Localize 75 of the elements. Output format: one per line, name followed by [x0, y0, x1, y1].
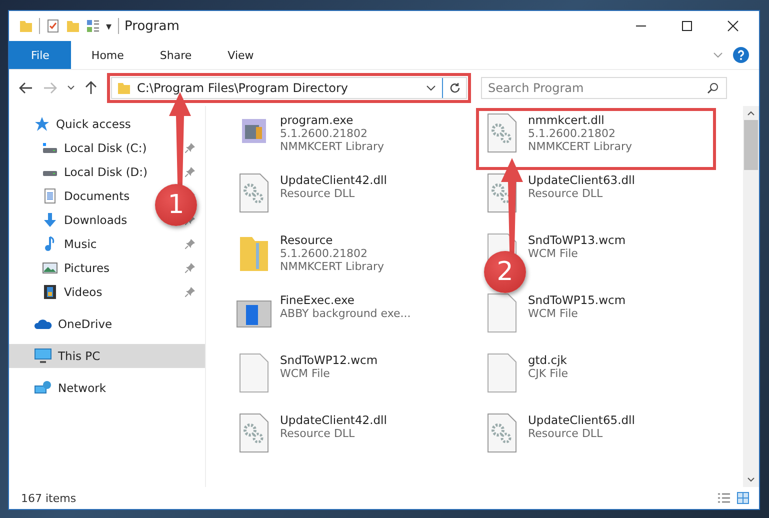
file-detail: WCM File	[280, 367, 331, 380]
file-detail: Resource DLL	[280, 187, 356, 200]
drive-icon	[42, 171, 58, 177]
document-icon	[42, 188, 58, 204]
file-detail: NMMKCERT Library	[280, 140, 384, 153]
file-name: UpdateClient42.dll	[280, 413, 387, 427]
search-field[interactable]: Search Program	[481, 77, 727, 99]
sidebar-item[interactable]: Network	[9, 376, 114, 400]
film-icon	[42, 284, 58, 300]
help-icon[interactable]	[733, 47, 749, 63]
file-detail: 5.1.2600.21802	[280, 127, 368, 140]
ribbon-tab[interactable]: File	[9, 41, 72, 69]
sidebar-item[interactable]: Downloads	[9, 208, 136, 232]
scroll-up-icon[interactable]	[747, 110, 755, 116]
sidebar-item[interactable]: Local Disk (D:)	[9, 160, 156, 184]
sidebar-item[interactable]: Documents	[9, 184, 138, 208]
sidebar-item[interactable]: This PC	[9, 344, 205, 368]
ribbon-tab[interactable]: View	[212, 41, 270, 69]
file-name: FineExec.exe	[280, 293, 356, 307]
file-name: UpdateClient63.dll	[528, 173, 635, 187]
file-detail: WCM File	[528, 307, 579, 320]
file-detail: Resource DLL	[528, 187, 604, 200]
file-detail: Resource DLL	[528, 427, 604, 440]
address-path: C:\Program Files\Program Directory	[137, 81, 350, 95]
file-name: UpdateClient42.dll	[280, 173, 387, 187]
tiles-view-icon[interactable]	[737, 492, 749, 504]
drive-icon	[42, 142, 58, 154]
window-title: Program	[124, 18, 180, 34]
monitor-icon	[34, 348, 52, 364]
file-detail: NMMKCERT Library	[528, 140, 632, 153]
search-icon	[707, 82, 719, 94]
sidebar-item[interactable]: Pictures	[9, 256, 118, 280]
file-name: nmmkcert.dll	[528, 113, 606, 127]
file-name: program.exe	[280, 113, 354, 127]
file-detail: NMMKCERT Library	[280, 260, 384, 273]
scroll-thumb[interactable]	[744, 120, 758, 170]
sidebar-item[interactable]: Quick access	[9, 112, 139, 136]
network-icon	[34, 380, 52, 396]
file-name: Resource	[280, 233, 334, 247]
file-detail: 5.1.2600.21802	[528, 127, 616, 140]
file-name: SndToWP13.wcm	[528, 233, 626, 247]
file-name: UpdateClient65.dll	[528, 413, 635, 427]
sidebar-item[interactable]: Local Disk (C:)	[9, 136, 155, 160]
scrollbar[interactable]	[743, 106, 759, 487]
chevron-down-icon[interactable]	[426, 83, 436, 93]
cloud-icon	[34, 317, 52, 331]
file-detail: CJK File	[528, 367, 568, 380]
file-detail: ABBY background exe...	[280, 307, 411, 320]
sidebar-item[interactable]: Music	[9, 232, 105, 256]
file-detail: Resource DLL	[280, 427, 356, 440]
item-count: 167 items	[21, 492, 76, 504]
file-name: SndToWP12.wcm	[280, 353, 378, 367]
refresh-icon[interactable]	[449, 82, 461, 94]
star-icon	[34, 116, 50, 132]
maximize-icon[interactable]	[681, 20, 693, 32]
back-arrow-icon[interactable]	[19, 82, 33, 94]
folder-icon	[117, 81, 131, 95]
details-view-icon[interactable]	[717, 492, 731, 504]
sidebar-item[interactable]: Videos	[9, 280, 110, 304]
download-icon	[42, 212, 58, 228]
close-icon[interactable]	[727, 20, 739, 32]
file-name: SndToWP15.wcm	[528, 293, 626, 307]
file-detail: WCM File	[528, 247, 579, 260]
dropdown-arrow[interactable]: ▾	[106, 20, 112, 32]
recent-chevron-icon[interactable]	[67, 84, 75, 92]
file-name: gtd.cjk	[528, 353, 568, 367]
file-detail: 5.1.2600.21802	[280, 247, 368, 260]
sidebar-item[interactable]: OneDrive	[9, 312, 120, 336]
scroll-down-icon[interactable]	[747, 477, 755, 483]
properties-icon[interactable]	[46, 19, 60, 33]
layout-icon[interactable]	[86, 19, 100, 33]
up-arrow-icon[interactable]	[85, 81, 97, 95]
ribbon-tab[interactable]: Share	[144, 41, 208, 69]
picture-icon	[42, 260, 58, 276]
ribbon-tab[interactable]: Home	[75, 41, 140, 69]
